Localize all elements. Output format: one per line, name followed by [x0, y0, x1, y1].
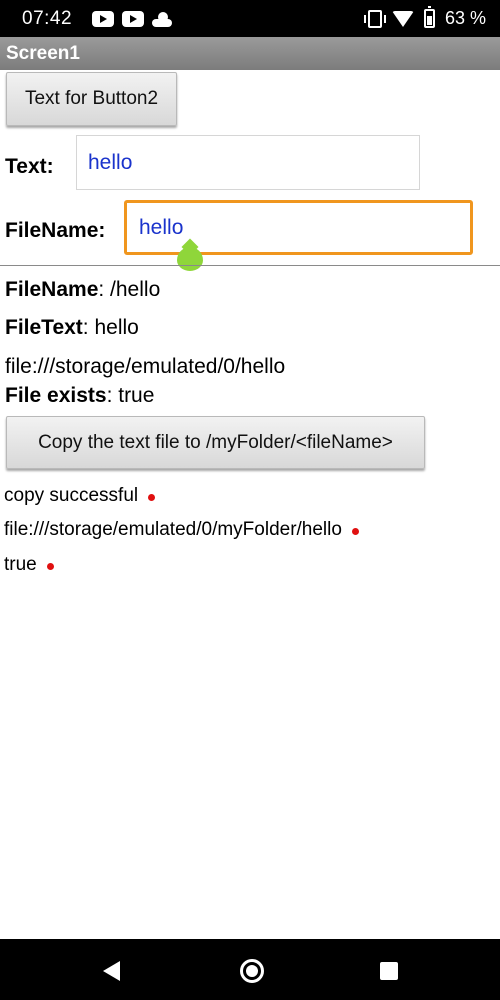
screen-title: Screen1: [6, 42, 80, 64]
text-input[interactable]: [76, 135, 420, 190]
notification-icons: [92, 10, 173, 27]
info-filetext: FileText: hello: [5, 316, 139, 340]
youtube-icon: [122, 10, 145, 27]
info-filename-value: : /hello: [98, 278, 161, 301]
info-filename-key: FileName: [5, 278, 99, 301]
info-filetext-value: : hello: [82, 316, 139, 339]
result-copy-path: file:///storage/emulated/0/myFolder/hell…: [4, 519, 359, 541]
info-exists-value: : true: [106, 384, 155, 407]
copy-file-button[interactable]: Copy the text file to /myFolder/<fileNam…: [6, 416, 425, 469]
system-icons: 63 %: [363, 6, 486, 29]
result-text: copy successful: [4, 485, 139, 506]
red-dot-icon: [148, 494, 156, 501]
button2[interactable]: Text for Button2: [6, 72, 177, 126]
result-exists: true: [4, 554, 54, 576]
divider: [0, 265, 500, 266]
status-time: 07:42: [22, 7, 73, 29]
status-bar: 07:42 63 %: [0, 0, 500, 37]
navigation-bar: [0, 939, 500, 1000]
red-dot-icon: [46, 563, 54, 570]
result-text: true: [4, 554, 37, 575]
result-copy-status: copy successful: [4, 485, 156, 507]
wifi-icon: [391, 10, 414, 27]
info-exists: File exists: true: [5, 384, 154, 408]
back-icon[interactable]: [103, 961, 120, 981]
cloud-icon: [152, 11, 173, 27]
vibrate-icon: [363, 9, 386, 28]
youtube-icon: [92, 10, 115, 27]
recent-apps-icon[interactable]: [380, 962, 398, 980]
red-dot-icon: [351, 528, 359, 535]
home-icon[interactable]: [240, 959, 264, 983]
result-text: file:///storage/emulated/0/myFolder/hell…: [4, 519, 342, 540]
info-path: file:///storage/emulated/0/hello: [5, 355, 286, 378]
info-filename: FileName: /hello: [5, 278, 160, 302]
app-title-bar: Screen1: [0, 37, 500, 70]
text-cursor-handle[interactable]: [176, 245, 204, 271]
filename-label: FileName:: [5, 219, 106, 242]
text-label: Text:: [5, 155, 54, 178]
info-exists-key: File exists: [5, 384, 107, 407]
battery-icon: [423, 6, 435, 28]
info-filetext-key: FileText: [5, 316, 83, 339]
battery-percent: 63 %: [444, 8, 486, 28]
